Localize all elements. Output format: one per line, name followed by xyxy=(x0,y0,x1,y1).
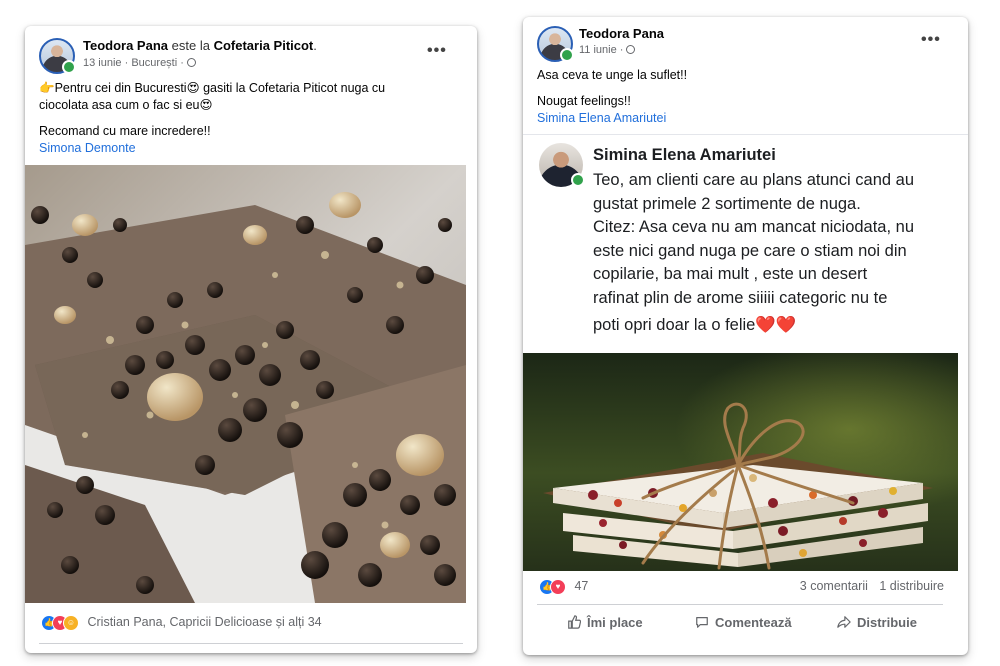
thumbs-up-icon xyxy=(568,615,581,629)
shares-count-link[interactable]: 1 distribuire xyxy=(879,579,944,593)
share-arrow-icon xyxy=(837,616,851,628)
post-text-line: ciocolata asa cum o fac si eu😍 xyxy=(39,98,213,112)
reaction-icons: 👍 ♥ xyxy=(539,579,566,595)
globe-icon xyxy=(186,58,196,67)
mention-link[interactable]: Simina Elena Amariutei xyxy=(537,110,957,127)
mention-link[interactable]: Simona Demonte xyxy=(39,140,464,157)
post-text-line: Asa ceva te unge la suflet!! xyxy=(537,68,688,82)
quote-line: poti opri doar la o felie❤️❤️ xyxy=(593,316,797,334)
post-meta: 11 iunie · xyxy=(579,44,636,56)
post-text-line: Nougat feelings!! xyxy=(537,94,631,108)
post-meta: 13 iunie · București · xyxy=(83,57,196,69)
author-avatar[interactable] xyxy=(39,38,76,74)
place-link[interactable]: Cofetaria Piticot xyxy=(214,38,314,53)
post-photo-nougat-chocolate[interactable] xyxy=(25,165,466,603)
comments-count-link[interactable]: 3 comentarii xyxy=(800,579,868,593)
share-button[interactable]: Distribuie xyxy=(837,615,917,630)
post-card-left: Teodora Pana este la Cofetaria Piticot. … xyxy=(25,26,477,653)
reaction-count[interactable]: 47 xyxy=(574,579,588,593)
commenter-avatar xyxy=(539,143,585,187)
comment-icon xyxy=(696,617,708,628)
post-text: 👉Pentru cei din Bucuresti😍 gasiti la Cof… xyxy=(39,80,464,157)
at-label: este la xyxy=(171,38,210,53)
post-text: Asa ceva te unge la suflet!! Nougat feel… xyxy=(537,67,957,127)
quote-line: gustat primele 2 sortimente de nuga. xyxy=(593,194,861,213)
reaction-icons: 👍 ♥ ☺ xyxy=(41,615,79,631)
comment-label: Comentează xyxy=(715,615,792,630)
post-photo-nougat-twine[interactable] xyxy=(523,353,958,571)
quote-author: Simina Elena Amariutei xyxy=(593,146,776,164)
post-date-link[interactable]: 11 iunie xyxy=(579,44,617,56)
online-status-dot xyxy=(571,173,585,187)
reactions-summary[interactable]: 👍 ♥ 47 xyxy=(539,579,588,595)
reactions-names[interactable]: Cristian Pana, Capricii Delicioase și al… xyxy=(87,615,321,629)
post-location-link[interactable]: București xyxy=(131,57,177,69)
post-text-line: Recomand cu mare incredere!! xyxy=(39,124,211,138)
post-date-link[interactable]: 13 iunie xyxy=(83,57,122,69)
post-text-line: 👉Pentru cei din Bucuresti😍 gasiti la Cof… xyxy=(39,81,386,95)
love-reaction-icon: ♥ xyxy=(550,579,566,595)
quote-line: este nici gand nuga pe care o stiam noi … xyxy=(593,241,907,260)
author-name-link[interactable]: Teodora Pana xyxy=(579,26,664,41)
quoted-comment-text: Teo, am clienti care au plans atunci can… xyxy=(593,169,963,338)
globe-icon xyxy=(626,45,636,54)
like-button[interactable]: Îmi place xyxy=(567,615,643,630)
online-status-dot xyxy=(62,60,76,74)
quote-line: Citez: Asa ceva nu am mancat niciodata, … xyxy=(593,218,915,236)
engagement-counts: 3 comentarii 1 distribuire xyxy=(800,579,944,593)
quote-line: rafinat plin de arome siiiii categoric n… xyxy=(593,288,888,307)
care-reaction-icon: ☺ xyxy=(63,615,79,631)
quote-line: copilarie, ba mai mult , este un desert xyxy=(593,265,868,283)
author-avatar[interactable] xyxy=(537,26,574,62)
like-label: Îmi place xyxy=(587,615,643,630)
divider xyxy=(523,134,968,135)
post-author-line: Teodora Pana este la Cofetaria Piticot. xyxy=(83,38,317,53)
reactions-summary[interactable]: 👍 ♥ ☺ Cristian Pana, Capricii Delicioase ș… xyxy=(41,615,322,631)
comment-button[interactable]: Comentează xyxy=(695,615,792,630)
post-card-right: Teodora Pana 11 iunie · ••• Asa ceva te … xyxy=(523,17,968,655)
divider xyxy=(39,643,463,644)
divider xyxy=(537,604,943,605)
author-name-link[interactable]: Teodora Pana xyxy=(83,38,168,53)
more-options-icon[interactable]: ••• xyxy=(427,42,447,60)
quote-line: Teo, am clienti care au plans atunci can… xyxy=(593,171,915,189)
online-status-dot xyxy=(560,48,574,62)
share-label: Distribuie xyxy=(857,615,917,630)
more-options-icon[interactable]: ••• xyxy=(921,31,941,49)
